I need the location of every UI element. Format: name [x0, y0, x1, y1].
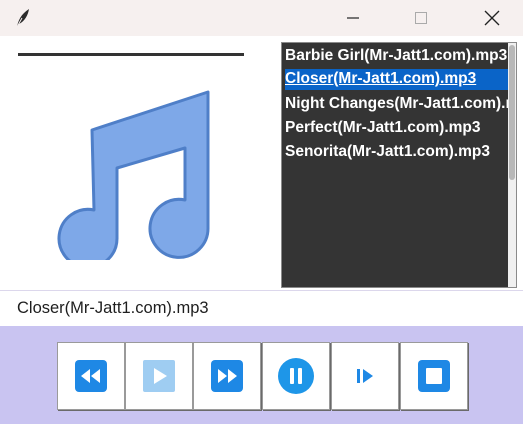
controls-bar [0, 326, 523, 424]
now-playing-label: Closer(Mr-Jatt1.com).mp3 [17, 299, 209, 317]
next-track-icon [357, 369, 373, 383]
rewind-button[interactable] [57, 342, 125, 410]
scrollbar-thumb[interactable] [509, 45, 515, 180]
playlist-item[interactable]: Barbie Girl(Mr-Jatt1.com).mp3 [285, 46, 516, 67]
pause-button[interactable] [262, 342, 330, 410]
feather-icon [16, 9, 29, 28]
play-button[interactable] [125, 342, 193, 410]
fast-forward-icon [211, 360, 243, 392]
minimize-icon [347, 17, 359, 19]
close-icon [484, 10, 500, 26]
minimize-button[interactable] [330, 0, 376, 36]
next-track-button[interactable] [331, 342, 399, 410]
progress-bar[interactable] [18, 53, 244, 56]
now-playing-bar: Closer(Mr-Jatt1.com).mp3 [0, 290, 523, 326]
stop-icon [418, 360, 450, 392]
maximize-icon [415, 12, 427, 24]
playlist-item-selected[interactable]: Closer(Mr-Jatt1.com).mp3 [285, 69, 514, 90]
stop-button[interactable] [400, 342, 468, 410]
close-button[interactable] [469, 0, 515, 36]
maximize-button[interactable] [398, 0, 444, 36]
playlist-item[interactable]: Senorita(Mr-Jatt1.com).mp3 [285, 142, 516, 163]
music-note-icon [57, 90, 210, 260]
playlist[interactable]: Barbie Girl(Mr-Jatt1.com).mp3 Closer(Mr-… [281, 42, 517, 288]
rewind-icon [75, 360, 107, 392]
play-icon [143, 360, 175, 392]
playlist-scrollbar[interactable] [508, 43, 516, 287]
fast-forward-button[interactable] [193, 342, 261, 410]
playlist-item[interactable]: Perfect(Mr-Jatt1.com).mp3 [285, 118, 516, 139]
playlist-item[interactable]: Night Changes(Mr-Jatt1.com).mp3 [285, 94, 516, 115]
title-bar [0, 0, 523, 36]
pause-icon [278, 358, 314, 394]
